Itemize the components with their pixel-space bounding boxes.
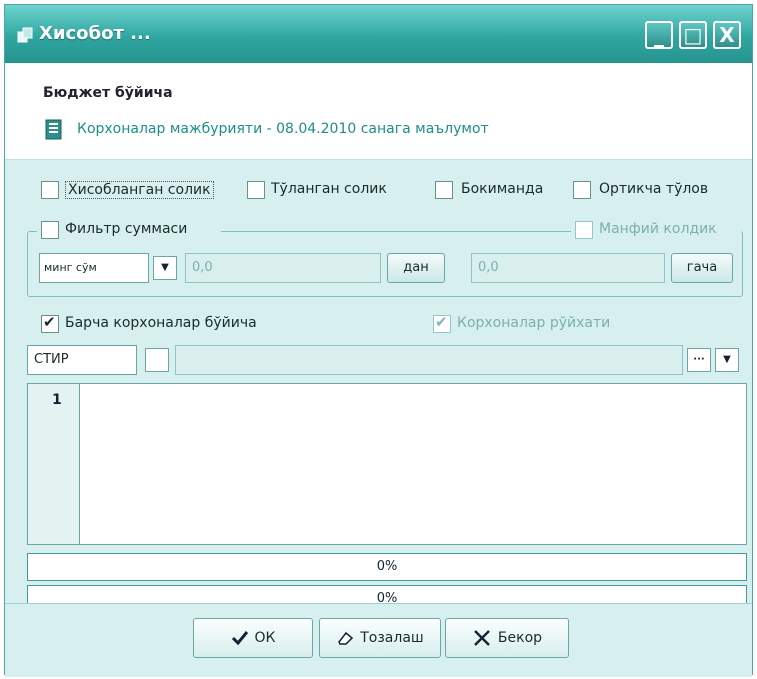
from-button[interactable]: дан [387,253,445,283]
paid-tax-label[interactable]: Тўланган солик [271,181,387,197]
sum-filter-checkbox[interactable] [41,221,59,239]
clear-button[interactable]: Тозалаш [319,618,441,658]
arrears-label[interactable]: Бокиманда [461,181,543,197]
toggle-square-button[interactable] [145,348,169,372]
title-bar[interactable]: Хисобот ... _ □ X [5,5,752,63]
calculated-tax-label[interactable]: Хисобланган солик [65,181,214,199]
key-field-select[interactable]: СТИР [27,345,137,375]
report-subtitle: Корхоналар мажбурияти - 08.04.2010 санаг… [77,121,489,137]
cancel-label: Бекор [497,630,543,646]
overpayment-checkbox[interactable] [573,181,591,199]
eraser-icon [338,631,354,645]
sum-filter-label[interactable]: Фильтр суммаси [65,221,187,237]
progress-bar-1: 0% [27,553,747,581]
to-button[interactable]: гача [671,253,733,283]
footer-bar: ОК Тозалаш Бекор [5,603,752,677]
all-companies-checkbox[interactable] [41,313,59,333]
list-dropdown-button[interactable]: ▼ [715,348,739,372]
window-title: Хисобот ... [39,23,151,44]
negative-balance-checkbox[interactable] [575,221,593,239]
clear-label: Тозалаш [360,630,424,646]
ok-button[interactable]: ОК [193,618,313,658]
app-icon [17,27,33,43]
line-number: 1 [52,392,62,408]
report-window: Хисобот ... _ □ X Бюджет бўйича Корхонал… [4,4,753,677]
close-icon [474,630,490,646]
company-list-label[interactable]: Корхоналар рўйхати [457,315,610,331]
text-editor[interactable]: 1 [27,383,747,545]
paid-tax-checkbox[interactable] [247,181,265,199]
line-number-gutter: 1 [28,384,80,544]
minimize-button[interactable]: _ [645,21,673,49]
arrears-checkbox[interactable] [435,181,453,199]
calculated-tax-checkbox[interactable] [41,181,59,199]
maximize-button[interactable]: □ [679,21,707,49]
ellipsis-button[interactable]: ··· [687,348,711,372]
document-icon [45,119,62,140]
all-companies-label[interactable]: Барча корхоналар бўйича [65,315,257,331]
sum-to-input[interactable]: 0,0 [471,253,665,283]
report-title: Бюджет бўйича [43,85,173,101]
progress-label-1: 0% [376,559,398,574]
company-list-checkbox[interactable] [433,313,451,333]
checkmark-icon [231,631,248,646]
sum-from-input[interactable]: 0,0 [185,253,381,283]
cancel-button[interactable]: Бекор [445,618,569,658]
unit-select[interactable]: минг сўм [39,253,149,283]
company-list-input[interactable] [175,345,683,375]
negative-balance-label[interactable]: Манфий колдик [599,221,717,237]
close-button[interactable]: X [713,21,741,49]
overpayment-label[interactable]: Ортикча тўлов [599,181,708,197]
ok-label: ОК [254,630,276,646]
chevron-down-icon[interactable]: ▼ [153,256,177,280]
header-panel: Бюджет бўйича Корхоналар мажбурияти - 08… [5,63,752,160]
